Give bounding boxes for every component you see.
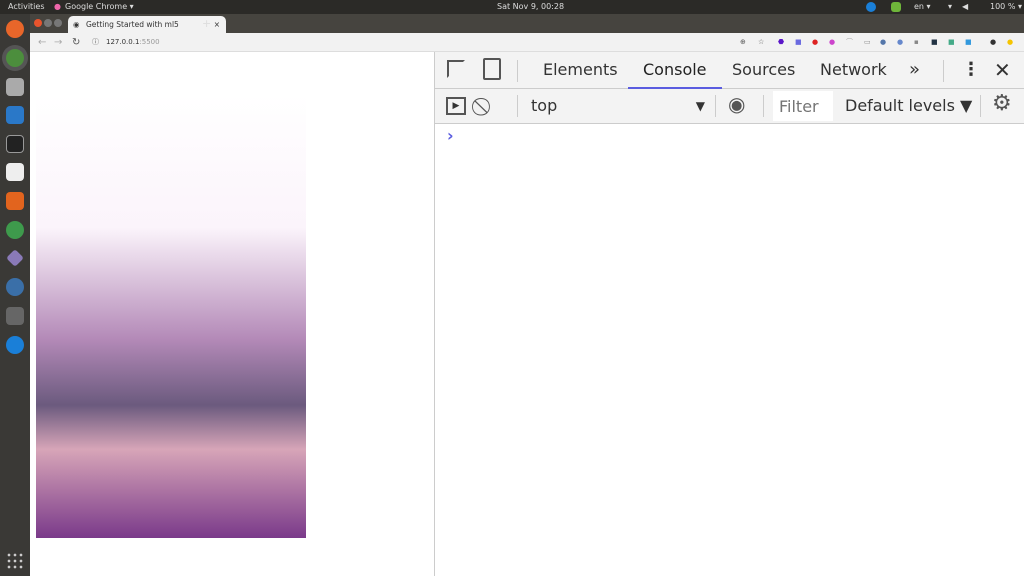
extension-icon[interactable]: ▭	[864, 33, 871, 52]
maximize-window-button[interactable]	[54, 19, 62, 27]
filter-input[interactable]	[773, 91, 833, 121]
settings-gear-icon[interactable]: ⚙	[992, 91, 1012, 116]
tab-console[interactable]: Console	[628, 52, 722, 89]
software-icon[interactable]	[6, 192, 24, 210]
check-tray-icon[interactable]	[891, 2, 901, 12]
app-icon[interactable]	[6, 278, 24, 296]
context-value: top	[531, 96, 558, 115]
sidebar-toggle-icon[interactable]: ▶	[446, 97, 466, 115]
tab-sources[interactable]: Sources	[732, 52, 795, 89]
extension-icon[interactable]: ●	[880, 33, 886, 52]
inspect-element-icon[interactable]	[447, 60, 465, 78]
profile-avatar[interactable]: ●	[990, 33, 996, 52]
tab-elements[interactable]: Elements	[543, 52, 618, 89]
teamviewer-icon[interactable]	[6, 336, 24, 354]
close-window-button[interactable]	[34, 19, 42, 27]
reload-icon[interactable]: ↻	[72, 33, 80, 52]
back-icon[interactable]: ←	[38, 33, 46, 52]
diamond-app-icon[interactable]	[6, 249, 24, 267]
extension-icon[interactable]: ⬣	[778, 33, 784, 52]
bookmark-star-icon[interactable]: ☆	[758, 33, 764, 52]
extension-icon[interactable]: ■	[965, 33, 972, 52]
tab-network[interactable]: Network	[820, 52, 887, 89]
extension-icon[interactable]: ●	[829, 33, 835, 52]
tab-title: Getting Started with ml5	[86, 20, 179, 29]
chrome-small-icon: ●	[54, 2, 61, 11]
app-icon[interactable]	[6, 221, 24, 239]
more-tabs-button[interactable]: »	[909, 52, 920, 89]
tab-strip: ◉ Getting Started with ml5 × +	[30, 14, 1024, 33]
info-icon[interactable]: ⓘ	[92, 33, 99, 52]
firefox-icon[interactable]	[6, 20, 24, 38]
console-toolbar: ▶ ⃠ top ▼ ◉ Default levels ▼ ⚙	[435, 89, 1024, 124]
close-tab-icon[interactable]: ×	[214, 16, 220, 33]
url-host: 127.0.0.1	[106, 38, 140, 46]
chrome-icon[interactable]	[6, 49, 24, 67]
console-output[interactable]: ›	[435, 124, 1024, 574]
wifi-icon[interactable]: ▾	[948, 0, 952, 14]
inkscape-icon[interactable]	[6, 307, 24, 325]
clock[interactable]: Sat Nov 9, 00:28	[497, 0, 564, 14]
url-port: :5500	[139, 38, 160, 46]
devtools-tab-bar: Elements Console Sources Network » ⋮ ✕	[435, 52, 1024, 89]
extension-icon[interactable]: ●	[812, 33, 818, 52]
activities-button[interactable]: Activities	[8, 0, 45, 14]
address-bar[interactable]: 127.0.0.1:5500	[106, 33, 160, 52]
context-selector[interactable]: top ▼	[521, 89, 711, 124]
terminal-icon[interactable]	[6, 135, 24, 153]
teamviewer-tray-icon[interactable]	[866, 2, 876, 12]
close-devtools-icon[interactable]: ✕	[994, 52, 1011, 89]
files-icon[interactable]	[6, 78, 24, 96]
extension-icon[interactable]: ■	[948, 33, 955, 52]
default-levels-dropdown[interactable]: Default levels ▼	[845, 89, 972, 123]
system-top-bar: Activities ● Google Chrome ▾ Sat Nov 9, …	[0, 0, 1024, 14]
device-toolbar-icon[interactable]	[483, 58, 501, 80]
minimize-window-button[interactable]	[44, 19, 52, 27]
video-frame-image	[36, 95, 306, 538]
show-apps-grid-icon[interactable]	[6, 552, 24, 570]
extension-icon[interactable]: ▪	[914, 33, 919, 52]
app-menu[interactable]: Google Chrome ▾	[65, 0, 134, 14]
battery-menu[interactable]: 100 % ▾	[990, 0, 1022, 14]
extension-icon[interactable]: ●	[897, 33, 903, 52]
vscode-icon[interactable]	[6, 106, 24, 124]
volume-icon[interactable]: ◀	[962, 0, 968, 14]
extension-icon[interactable]: ■	[795, 33, 802, 52]
text-editor-icon[interactable]	[6, 163, 24, 181]
browser-toolbar: ← → ↻ ⓘ 127.0.0.1:5500 ⊕ ☆ ⬣ ■ ● ● ⌒ ▭ ●…	[30, 33, 1024, 52]
new-tab-button[interactable]: +	[202, 14, 211, 33]
chevron-down-icon: ▼	[695, 99, 705, 113]
console-prompt: ›	[447, 126, 454, 145]
update-icon[interactable]: ●	[1007, 33, 1013, 52]
zoom-icon[interactable]: ⊕	[740, 33, 746, 52]
web-page	[30, 52, 434, 576]
live-expression-eye-icon[interactable]: ◉	[728, 92, 745, 116]
devtools-panel: Elements Console Sources Network » ⋮ ✕ ▶…	[434, 52, 1024, 576]
dock	[0, 14, 30, 576]
extension-icon[interactable]: ■	[931, 33, 938, 52]
kebab-menu-icon[interactable]: ⋮	[962, 52, 980, 89]
language-menu[interactable]: en ▾	[914, 0, 931, 14]
forward-icon[interactable]: →	[54, 33, 62, 52]
extension-icon[interactable]: ⌒	[846, 33, 853, 52]
globe-icon: ◉	[73, 20, 80, 29]
